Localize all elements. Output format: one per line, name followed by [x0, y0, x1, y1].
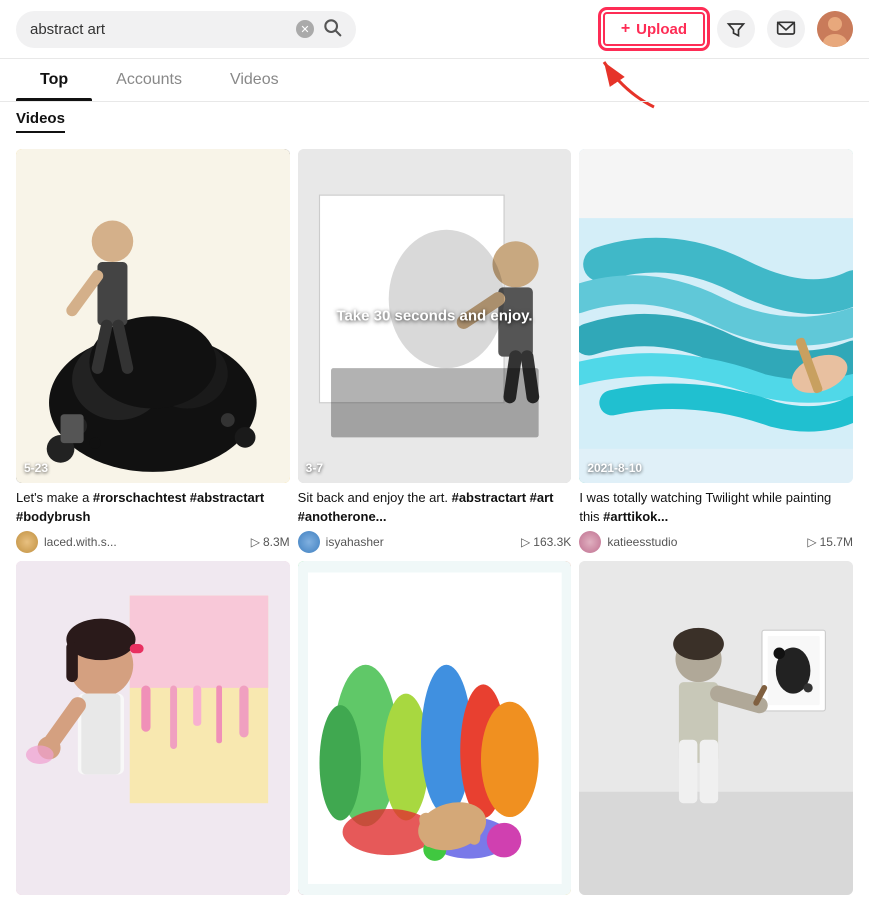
video-card-5[interactable] — [298, 561, 572, 906]
video-thumb-3: 2021-8-10 — [579, 149, 853, 483]
video-desc-3: I was totally watching Twilight while pa… — [579, 489, 853, 525]
video-thumb-4 — [16, 561, 290, 895]
messages-button[interactable] — [767, 10, 805, 48]
video-badge-3: 2021-8-10 — [587, 461, 642, 475]
view-count-3: 15.7M — [820, 535, 853, 549]
search-bar: ✕ — [16, 11, 356, 48]
video-views-3: ▷ 15.7M — [807, 535, 853, 549]
video-badge-1: 5-23 — [24, 461, 48, 475]
video-desc-1: Let's make a #rorschachtest #abstractart… — [16, 489, 290, 525]
view-count-2: 163.3K — [533, 535, 571, 549]
search-input[interactable] — [30, 21, 288, 38]
search-button[interactable] — [322, 17, 342, 42]
play-icon-2: ▷ — [521, 535, 530, 549]
tab-accounts[interactable]: Accounts — [92, 59, 206, 101]
video-views-2: ▷ 163.3K — [521, 535, 571, 549]
video-card-2[interactable]: Take 30 seconds and enjoy. 3-7 Sit back … — [298, 149, 572, 553]
filter-button[interactable] — [717, 10, 755, 48]
upload-plus-icon: + — [621, 20, 630, 38]
upload-label: Upload — [636, 21, 687, 38]
avatar[interactable] — [817, 11, 853, 47]
videos-section-header: Videos — [0, 102, 869, 137]
tab-videos[interactable]: Videos — [206, 59, 303, 101]
video-desc-2: Sit back and enjoy the art. #abstractart… — [298, 489, 572, 525]
video-author-2: isyahasher — [326, 535, 515, 549]
video-card-6[interactable] — [579, 561, 853, 906]
video-thumb-1: 5-23 — [16, 149, 290, 483]
tabs: Top Accounts Videos — [16, 59, 853, 101]
author-avatar-2 — [298, 531, 320, 553]
tabs-container: Top Accounts Videos — [0, 59, 869, 102]
video-author-1: laced.with.s... — [44, 535, 245, 549]
video-meta-3: katieesstudio ▷ 15.7M — [579, 531, 853, 553]
clear-search-button[interactable]: ✕ — [296, 20, 314, 38]
play-icon-1: ▷ — [251, 535, 260, 549]
videos-label: Videos — [16, 110, 65, 133]
author-avatar-3 — [579, 531, 601, 553]
video-meta-2: isyahasher ▷ 163.3K — [298, 531, 572, 553]
author-avatar-1 — [16, 531, 38, 553]
video-overlay-2: Take 30 seconds and enjoy. — [325, 306, 544, 327]
video-author-3: katieesstudio — [607, 535, 801, 549]
video-badge-2: 3-7 — [306, 461, 323, 475]
video-card-3[interactable]: 2021-8-10 I was totally watching Twiligh… — [579, 149, 853, 553]
upload-button[interactable]: + Upload — [603, 12, 705, 46]
play-icon-3: ▷ — [807, 535, 816, 549]
tab-top[interactable]: Top — [16, 59, 92, 101]
video-thumb-6 — [579, 561, 853, 895]
view-count-1: 8.3M — [263, 535, 290, 549]
video-card-4[interactable] — [16, 561, 290, 906]
video-thumb-5 — [298, 561, 572, 895]
video-grid: 5-23 Let's make a #rorschachtest #abstra… — [0, 137, 869, 918]
video-thumb-2: Take 30 seconds and enjoy. 3-7 — [298, 149, 572, 483]
video-meta-1: laced.with.s... ▷ 8.3M — [16, 531, 290, 553]
header: ✕ + Upload — [0, 0, 869, 59]
video-card-1[interactable]: 5-23 Let's make a #rorschachtest #abstra… — [16, 149, 290, 553]
video-views-1: ▷ 8.3M — [251, 535, 290, 549]
